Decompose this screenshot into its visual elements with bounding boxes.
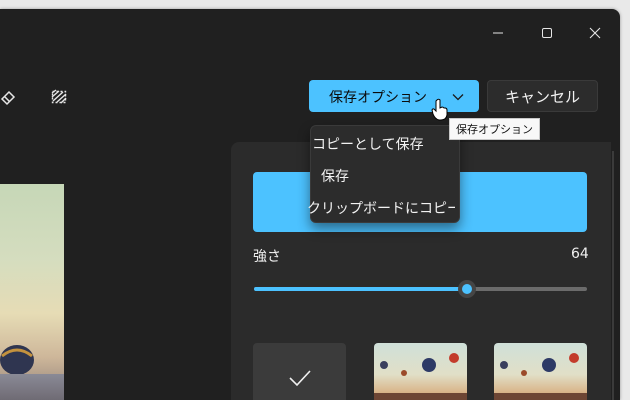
effect-option-none[interactable] (253, 343, 346, 400)
strength-label: 強さ (253, 249, 281, 265)
cancel-button[interactable]: キャンセル (487, 80, 598, 112)
balloons-thumbnail (494, 353, 587, 400)
save-options-menu: コピーとして保存 保存 クリップボードにコピー (307, 125, 460, 223)
strength-slider[interactable] (254, 280, 587, 298)
save-options-button[interactable]: 保存オプション (309, 80, 479, 112)
checkmark-icon (288, 370, 311, 387)
menu-item-save-as-copy[interactable]: コピーとして保存 (312, 134, 460, 154)
hand-cursor-icon (431, 98, 449, 126)
maximize-icon (542, 28, 552, 38)
save-options-label: 保存オプション (329, 90, 427, 106)
strength-slider-fill (254, 287, 467, 291)
eraser-icon (0, 90, 16, 106)
hills (0, 374, 64, 400)
app-window: 保存オプション キャンセル 強さ 64 コピーとして保存 保存 クリップボードに… (0, 9, 620, 400)
balloons-thumbnail (374, 353, 467, 400)
save-options-tooltip: 保存オプション (449, 118, 540, 140)
balloon-image (0, 345, 34, 387)
minimize-button[interactable] (486, 21, 510, 45)
panel-scrollbar[interactable] (612, 151, 614, 400)
effect-option-1[interactable] (374, 343, 467, 400)
strength-value: 64 (571, 246, 589, 262)
close-button[interactable] (583, 21, 607, 45)
minimize-icon (493, 32, 503, 34)
pattern-tool-button[interactable] (47, 85, 71, 109)
effect-option-2[interactable] (494, 343, 587, 400)
menu-item-copy-to-clipboard[interactable]: クリップボードにコピー (307, 198, 455, 218)
close-icon (589, 27, 601, 39)
menu-item-save[interactable]: 保存 (321, 166, 469, 186)
photo-preview (0, 184, 64, 400)
pattern-icon (51, 89, 67, 104)
strength-slider-thumb[interactable] (458, 280, 476, 298)
eraser-tool-button[interactable] (0, 85, 20, 109)
chevron-down-icon[interactable] (451, 89, 465, 108)
maximize-button[interactable] (535, 21, 559, 45)
